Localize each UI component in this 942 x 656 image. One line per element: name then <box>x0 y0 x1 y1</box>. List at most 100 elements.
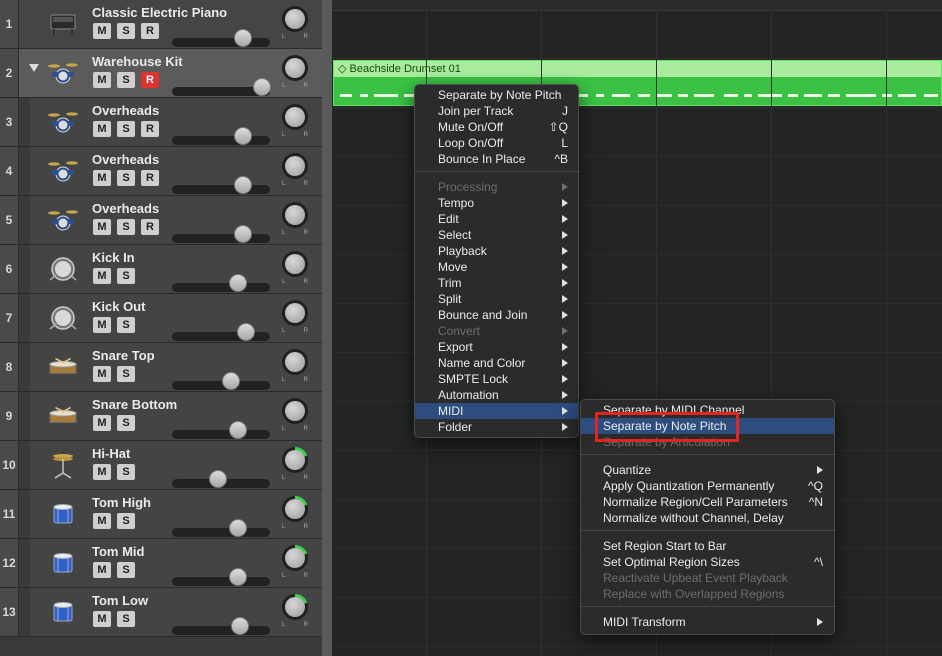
record-enable-button[interactable]: R <box>141 23 159 39</box>
menu-item-quantize[interactable]: Quantize <box>603 462 823 478</box>
track-header[interactable]: 3 Overheads M S R L R <box>0 98 322 147</box>
track-name[interactable]: Tom High <box>92 495 151 510</box>
volume-slider-thumb[interactable] <box>228 519 247 537</box>
menu-item-select[interactable]: Select <box>438 227 568 243</box>
pan-knob[interactable]: LR <box>282 6 308 40</box>
volume-slider-track[interactable] <box>172 528 270 537</box>
pan-knob[interactable]: LR <box>282 398 308 432</box>
menu-item-name-and-color[interactable]: Name and Color <box>438 355 568 371</box>
volume-slider-track[interactable] <box>172 283 270 292</box>
record-enable-button[interactable]: R <box>141 170 159 186</box>
track-name[interactable]: Overheads <box>92 201 159 216</box>
solo-button[interactable]: S <box>117 23 135 39</box>
menu-item-folder[interactable]: Folder <box>438 419 568 435</box>
volume-slider-track[interactable] <box>172 185 270 194</box>
solo-button[interactable]: S <box>117 464 135 480</box>
pan-knob[interactable]: LR <box>282 447 308 481</box>
menu-item-midi-transform[interactable]: MIDI Transform <box>603 614 823 630</box>
pan-knob[interactable]: LR <box>282 594 308 628</box>
pan-knob[interactable]: LR <box>282 104 308 138</box>
mute-button[interactable]: M <box>93 562 111 578</box>
volume-slider-thumb[interactable] <box>236 323 255 341</box>
volume-slider-track[interactable] <box>172 136 270 145</box>
track-header[interactable]: 9 Snare Bottom M S L R <box>0 392 322 441</box>
menu-item-set-region-start-to-bar[interactable]: Set Region Start to Bar <box>603 538 823 554</box>
volume-slider-thumb[interactable] <box>233 29 252 47</box>
track-header[interactable]: 8 Snare Top M S L R <box>0 343 322 392</box>
track-header[interactable]: 13 Tom Low M S L R <box>0 588 322 637</box>
pan-knob[interactable]: LR <box>282 202 308 236</box>
menu-item-export[interactable]: Export <box>438 339 568 355</box>
menu-item-normalize-without-channel-delay[interactable]: Normalize without Channel, Delay <box>603 510 823 526</box>
solo-button[interactable]: S <box>117 562 135 578</box>
solo-button[interactable]: S <box>117 366 135 382</box>
mute-button[interactable]: M <box>93 219 111 235</box>
menu-item-automation[interactable]: Automation <box>438 387 568 403</box>
volume-slider-track[interactable] <box>172 577 270 586</box>
track-header[interactable]: 5 Overheads M S R L R <box>0 196 322 245</box>
menu-item-separate-by-note-pitch[interactable]: Separate by Note Pitch <box>438 87 568 103</box>
menu-item-normalize-region-cell-parameters[interactable]: Normalize Region/Cell Parameters ^N <box>603 494 823 510</box>
menu-item-bounce-and-join[interactable]: Bounce and Join <box>438 307 568 323</box>
track-name[interactable]: Tom Mid <box>92 544 144 559</box>
menu-item-trim[interactable]: Trim <box>438 275 568 291</box>
menu-item-smpte-lock[interactable]: SMPTE Lock <box>438 371 568 387</box>
track-header[interactable]: 1 Classic Electric Piano M S R L R <box>0 0 322 49</box>
disclosure-triangle-icon[interactable] <box>29 64 39 72</box>
track-name[interactable]: Classic Electric Piano <box>92 5 227 20</box>
menu-item-join-per-track[interactable]: Join per Track J <box>438 103 568 119</box>
solo-button[interactable]: S <box>117 317 135 333</box>
ruler[interactable] <box>332 0 942 11</box>
menu-item-move[interactable]: Move <box>438 259 568 275</box>
menu-item-apply-quantization-permanently[interactable]: Apply Quantization Permanently ^Q <box>603 478 823 494</box>
track-header[interactable]: 11 Tom High M S L R <box>0 490 322 539</box>
solo-button[interactable]: S <box>117 121 135 137</box>
track-header[interactable]: 2 Warehouse Kit M S R L R <box>0 49 322 98</box>
solo-button[interactable]: S <box>117 415 135 431</box>
mute-button[interactable]: M <box>93 513 111 529</box>
volume-slider-track[interactable] <box>172 381 270 390</box>
solo-button[interactable]: S <box>117 170 135 186</box>
volume-slider-thumb[interactable] <box>228 421 247 439</box>
solo-button[interactable]: S <box>117 611 135 627</box>
menu-item-edit[interactable]: Edit <box>438 211 568 227</box>
menu-item-tempo[interactable]: Tempo <box>438 195 568 211</box>
volume-slider-track[interactable] <box>172 38 270 47</box>
mute-button[interactable]: M <box>93 23 111 39</box>
track-name[interactable]: Hi-Hat <box>92 446 130 461</box>
volume-slider-thumb[interactable] <box>233 127 252 145</box>
pan-knob[interactable]: LR <box>282 349 308 383</box>
volume-slider-thumb[interactable] <box>228 568 247 586</box>
solo-button[interactable]: S <box>117 513 135 529</box>
track-name[interactable]: Overheads <box>92 152 159 167</box>
volume-slider-track[interactable] <box>172 332 270 341</box>
solo-button[interactable]: S <box>117 72 135 88</box>
track-name[interactable]: Snare Bottom <box>92 397 177 412</box>
track-header[interactable]: 12 Tom Mid M S L R <box>0 539 322 588</box>
mute-button[interactable]: M <box>93 366 111 382</box>
volume-slider-track[interactable] <box>172 430 270 439</box>
pan-knob[interactable]: LR <box>282 300 308 334</box>
menu-item-midi[interactable]: MIDI <box>438 403 568 419</box>
pan-knob[interactable]: LR <box>282 55 308 89</box>
mute-button[interactable]: M <box>93 268 111 284</box>
pan-knob[interactable]: LR <box>282 545 308 579</box>
track-name[interactable]: Warehouse Kit <box>92 54 183 69</box>
track-name[interactable]: Kick Out <box>92 299 145 314</box>
volume-slider-thumb[interactable] <box>221 372 240 390</box>
record-enable-button[interactable]: R <box>141 121 159 137</box>
mute-button[interactable]: M <box>93 170 111 186</box>
volume-slider-thumb[interactable] <box>233 176 252 194</box>
mute-button[interactable]: M <box>93 415 111 431</box>
track-header[interactable]: 4 Overheads M S R L R <box>0 147 322 196</box>
volume-slider-thumb[interactable] <box>209 470 228 488</box>
pan-knob[interactable]: LR <box>282 496 308 530</box>
menu-item-split[interactable]: Split <box>438 291 568 307</box>
record-enable-button[interactable]: R <box>141 219 159 235</box>
track-name[interactable]: Overheads <box>92 103 159 118</box>
menu-item-set-optimal-region-sizes[interactable]: Set Optimal Region Sizes ^\ <box>603 554 823 570</box>
track-name[interactable]: Tom Low <box>92 593 148 608</box>
mute-button[interactable]: M <box>93 317 111 333</box>
solo-button[interactable]: S <box>117 219 135 235</box>
track-name[interactable]: Snare Top <box>92 348 155 363</box>
